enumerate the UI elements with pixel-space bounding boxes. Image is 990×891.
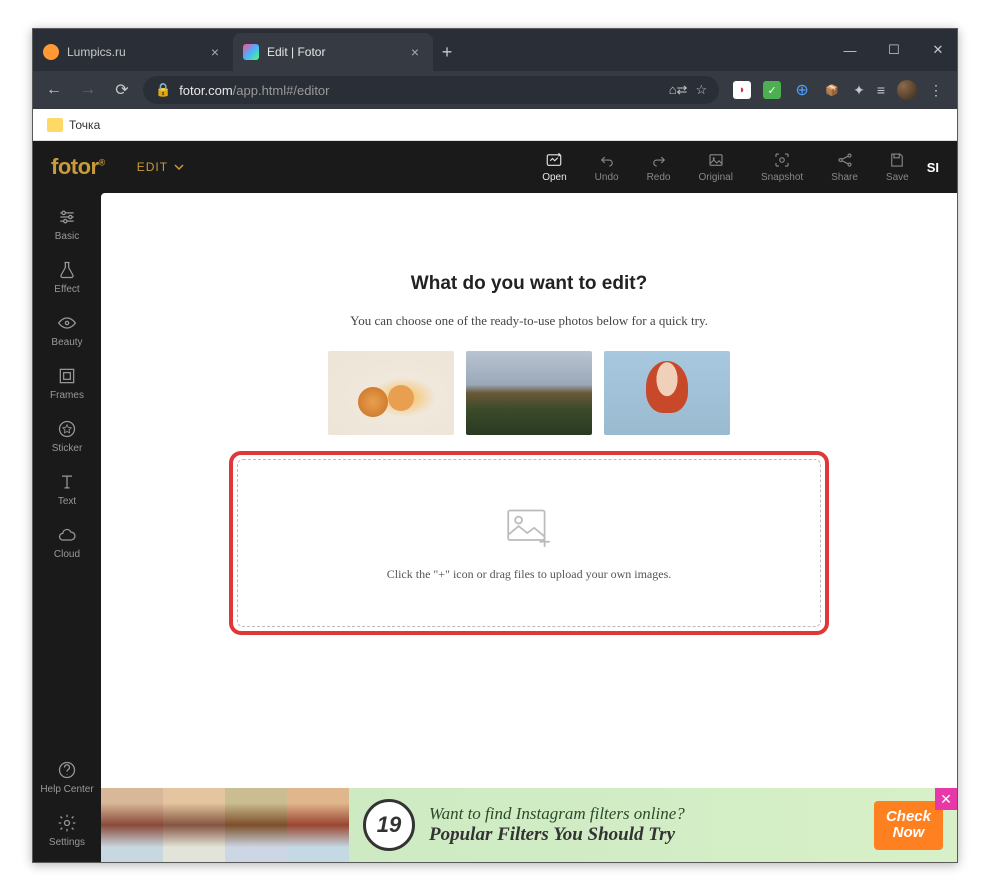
close-window-icon[interactable]: ✕: [925, 42, 951, 58]
tab-title: Lumpics.ru: [67, 45, 126, 59]
extension-icon[interactable]: 📦: [823, 81, 841, 99]
extensions-icon[interactable]: ✦: [853, 82, 865, 99]
prompt-subheading: You can choose one of the ready-to-use p…: [229, 313, 829, 329]
top-actions: Open Undo Redo Original Snapshot: [542, 151, 909, 183]
save-icon: [888, 151, 906, 169]
sidebar-text[interactable]: Text: [57, 472, 77, 507]
mode-dropdown[interactable]: EDIT: [137, 160, 184, 174]
canvas-area: What do you want to edit? You can choose…: [101, 193, 957, 862]
back-button[interactable]: ←: [41, 81, 67, 99]
sidebar-effect[interactable]: Effect: [54, 260, 79, 295]
dropzone-text: Click the "+" icon or drag files to uplo…: [387, 567, 672, 582]
image-plus-icon: [503, 505, 555, 549]
banner-badge: 19: [363, 799, 415, 851]
banner-close-icon[interactable]: ✕: [935, 788, 957, 810]
upload-dropzone[interactable]: Click the "+" icon or drag files to uplo…: [237, 459, 821, 627]
sliders-icon: [57, 207, 77, 227]
sample-image-landscape[interactable]: [466, 351, 592, 435]
tab-title: Edit | Fotor: [267, 45, 325, 59]
star-icon[interactable]: ☆: [695, 82, 707, 98]
menu-icon[interactable]: ⋮: [929, 82, 943, 99]
browser-window: Lumpics.ru × Edit | Fotor × + — ☐ ✕ ← → …: [32, 28, 958, 863]
help-icon: [57, 760, 77, 780]
chevron-down-icon: [174, 164, 184, 170]
share-button[interactable]: Share: [831, 151, 858, 183]
share-icon: [836, 151, 854, 169]
sidebar-settings[interactable]: Settings: [49, 813, 85, 848]
close-icon[interactable]: ×: [207, 44, 223, 60]
close-icon[interactable]: ×: [407, 44, 423, 60]
promo-banner[interactable]: 19 Want to find Instagram filters online…: [101, 788, 957, 862]
sidebar-basic[interactable]: Basic: [55, 207, 79, 242]
minimize-icon[interactable]: —: [837, 43, 863, 58]
tab-lumpics[interactable]: Lumpics.ru ×: [33, 33, 233, 71]
original-button[interactable]: Original: [698, 151, 732, 183]
cloud-icon: [57, 525, 77, 545]
app-topbar: fotor® EDIT Open Undo Redo: [33, 141, 957, 193]
bookmarks-bar: Точка: [33, 109, 957, 141]
new-tab-button[interactable]: +: [433, 33, 461, 71]
maximize-icon[interactable]: ☐: [881, 42, 907, 58]
flask-icon: [57, 260, 77, 280]
save-button[interactable]: Save: [886, 151, 909, 183]
undo-icon: [598, 151, 616, 169]
undo-button[interactable]: Undo: [595, 151, 619, 183]
reading-list-icon[interactable]: ≡: [877, 82, 885, 98]
titlebar: Lumpics.ru × Edit | Fotor × + — ☐ ✕: [33, 29, 957, 71]
eye-icon: [57, 313, 77, 333]
folder-icon: [47, 118, 63, 132]
extension-icon[interactable]: ⊕: [793, 81, 811, 99]
sidebar-frames[interactable]: Frames: [50, 366, 84, 401]
bookmark-item[interactable]: Точка: [69, 118, 100, 132]
url-domain: fotor.com: [179, 83, 232, 98]
tab-fotor[interactable]: Edit | Fotor ×: [233, 33, 433, 71]
url-path: /app.html#/editor: [233, 83, 330, 98]
prompt-heading: What do you want to edit?: [229, 273, 829, 295]
extension-icon[interactable]: ◗: [733, 81, 751, 99]
open-icon: [545, 151, 563, 169]
banner-thumbnails: [101, 788, 349, 862]
forward-button[interactable]: →: [75, 81, 101, 99]
open-button[interactable]: Open: [542, 151, 566, 183]
favicon-icon: [243, 44, 259, 60]
lock-icon: 🔒: [155, 82, 171, 98]
camera-icon: [773, 151, 791, 169]
left-sidebar: Basic Effect Beauty Frames Sticker: [33, 193, 101, 862]
extension-icon[interactable]: ✓: [763, 81, 781, 99]
star-icon: [57, 419, 77, 439]
redo-icon: [650, 151, 668, 169]
sidebar-sticker[interactable]: Sticker: [52, 419, 83, 454]
sample-image-donuts[interactable]: [328, 351, 454, 435]
banner-text: Want to find Instagram filters online? P…: [429, 804, 874, 846]
mode-label: EDIT: [137, 160, 168, 174]
redo-button[interactable]: Redo: [647, 151, 671, 183]
sample-row: [229, 351, 829, 435]
favicon-icon: [43, 44, 59, 60]
snapshot-button[interactable]: Snapshot: [761, 151, 803, 183]
extension-icons: ◗ ✓ ⊕ 📦 ✦ ≡ ⋮: [727, 80, 949, 100]
window-controls: — ☐ ✕: [837, 29, 957, 71]
sidebar-beauty[interactable]: Beauty: [51, 313, 82, 348]
fotor-logo[interactable]: fotor®: [51, 154, 105, 180]
dropzone-highlight: Click the "+" icon or drag files to uplo…: [229, 451, 829, 635]
signin-fragment[interactable]: SI: [927, 160, 939, 175]
app-body: Basic Effect Beauty Frames Sticker: [33, 193, 957, 862]
reload-button[interactable]: ⟳: [109, 80, 135, 100]
sidebar-help[interactable]: Help Center: [40, 760, 93, 795]
sidebar-cloud[interactable]: Cloud: [54, 525, 80, 560]
url-input[interactable]: 🔒 fotor.com/app.html#/editor ⌂⇄ ☆: [143, 76, 719, 104]
image-icon: [707, 151, 725, 169]
gear-icon: [57, 813, 77, 833]
banner-cta[interactable]: Check Now: [874, 801, 943, 850]
app-container: fotor® EDIT Open Undo Redo: [33, 141, 957, 862]
sample-image-portrait[interactable]: [604, 351, 730, 435]
address-bar: ← → ⟳ 🔒 fotor.com/app.html#/editor ⌂⇄ ☆ …: [33, 71, 957, 109]
frame-icon: [57, 366, 77, 386]
translate-icon[interactable]: ⌂⇄: [669, 82, 688, 98]
text-icon: [57, 472, 77, 492]
profile-avatar[interactable]: [897, 80, 917, 100]
